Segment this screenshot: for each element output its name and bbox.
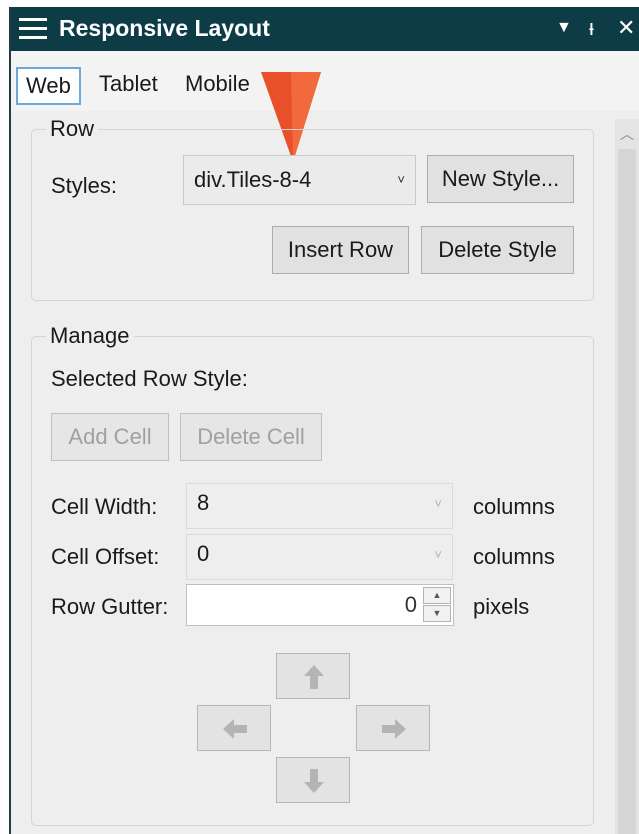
insert-row-button[interactable]: Insert Row (272, 226, 409, 274)
manage-group-legend: Manage (46, 323, 134, 349)
cell-width-unit: columns (473, 494, 555, 519)
styles-dropdown[interactable]: div.Tiles-8-4 ˅ (183, 155, 416, 205)
move-down-button[interactable] (276, 757, 350, 803)
scroll-track[interactable] (618, 149, 636, 834)
title-bar: Responsive Layout ▼ ᵼ ✕ (11, 7, 639, 51)
responsive-layout-panel: Responsive Layout ▼ ᵼ ✕ Web Tablet Mobil… (9, 7, 639, 834)
scroll-up-icon[interactable]: ︿ (615, 119, 639, 149)
cell-offset-unit: columns (473, 544, 555, 569)
move-up-button[interactable] (276, 653, 350, 699)
move-left-button[interactable] (197, 705, 271, 751)
new-style-button[interactable]: New Style... (427, 155, 574, 203)
arrow-left-icon (223, 719, 247, 739)
arrow-up-icon (304, 665, 324, 689)
row-gutter-unit: pixels (473, 594, 530, 619)
styles-label: Styles: (51, 173, 118, 198)
row-gutter-stepper[interactable]: 0 ▲ ▼ (186, 584, 454, 626)
arrow-down-icon (304, 769, 324, 793)
stepper-up-icon[interactable]: ▲ (423, 587, 451, 604)
add-cell-button[interactable]: Add Cell (51, 413, 169, 461)
dropdown-icon[interactable]: ▼ (556, 14, 572, 42)
tab-tablet[interactable]: Tablet (91, 67, 166, 105)
cell-offset-value: 0 (197, 541, 210, 566)
cell-width-value: 8 (197, 490, 210, 515)
row-group-legend: Row (46, 116, 99, 142)
row-group: Row Styles: div.Tiles-8-4 ˅ New Style...… (31, 116, 594, 301)
tab-web[interactable]: Web (16, 67, 81, 105)
delete-cell-button[interactable]: Delete Cell (180, 413, 322, 461)
tab-mobile[interactable]: Mobile (177, 67, 258, 105)
stepper-down-icon[interactable]: ▼ (423, 605, 451, 622)
delete-style-button[interactable]: Delete Style (421, 226, 574, 274)
move-right-button[interactable] (356, 705, 430, 751)
menu-icon[interactable] (19, 18, 47, 40)
vertical-scrollbar[interactable]: ︿ (615, 119, 639, 834)
chevron-down-icon: ˅ (434, 547, 442, 562)
selected-row-style-label: Selected Row Style: (51, 366, 248, 391)
pin-icon[interactable]: ᵼ (589, 14, 594, 42)
cell-width-label: Cell Width: (51, 494, 158, 519)
styles-dropdown-value: div.Tiles-8-4 (194, 167, 312, 192)
chevron-down-icon: ˅ (397, 172, 405, 187)
cell-offset-label: Cell Offset: (51, 544, 160, 569)
arrow-right-icon (382, 719, 406, 739)
cell-offset-dropdown[interactable]: 0 ˅ (186, 534, 453, 580)
chevron-down-icon: ˅ (434, 496, 442, 511)
cell-width-dropdown[interactable]: 8 ˅ (186, 483, 453, 529)
row-gutter-value: 0 (404, 592, 417, 617)
row-gutter-label: Row Gutter: (51, 594, 169, 619)
close-icon[interactable]: ✕ (617, 14, 635, 42)
manage-group: Manage Selected Row Style: Add Cell Dele… (31, 323, 594, 826)
panel-title: Responsive Layout (59, 15, 270, 41)
